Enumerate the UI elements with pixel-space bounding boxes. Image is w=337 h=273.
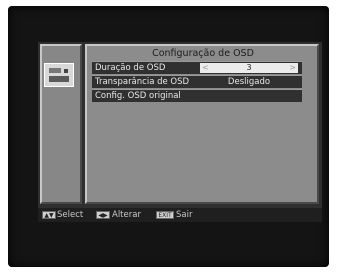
- osd-duration-value-field[interactable]: < 3 >: [200, 63, 298, 73]
- page-title: Configuração de OSD: [152, 48, 254, 59]
- footer-hint-bar: ▲▼ Select ◀▶ Alterar EXIT Sair: [38, 208, 322, 222]
- menu-item-label: Transparância de OSD: [95, 77, 190, 87]
- osd-duration-value: 3: [246, 63, 252, 72]
- settings-box-icon-part: [49, 68, 61, 73]
- settings-box-icon-part: [64, 69, 68, 73]
- menu-item-osd-reset[interactable]: Config. OSD original: [92, 89, 302, 102]
- menu-item-label: Duração de OSD: [95, 63, 166, 73]
- osd-transparency-value: Desligado: [227, 77, 271, 87]
- settings-box-icon-part: [49, 76, 69, 82]
- left-right-key-icon: ◀▶: [96, 211, 110, 219]
- menu-item-label: Config. OSD original: [95, 91, 181, 101]
- menu-item-osd-duration[interactable]: Duração de OSD < 3 >: [92, 61, 302, 74]
- exit-key-icon: EXIT: [156, 211, 174, 219]
- up-down-key-icon: ▲▼: [42, 211, 56, 219]
- exit-hint: Sair: [176, 210, 193, 220]
- menu-item-osd-transparency[interactable]: Transparância de OSD Desligado: [92, 75, 302, 88]
- settings-box-icon[interactable]: [44, 63, 74, 87]
- alter-hint: Alterar: [112, 210, 141, 220]
- chevron-right-icon[interactable]: >: [289, 62, 296, 73]
- select-hint: Select: [57, 210, 84, 220]
